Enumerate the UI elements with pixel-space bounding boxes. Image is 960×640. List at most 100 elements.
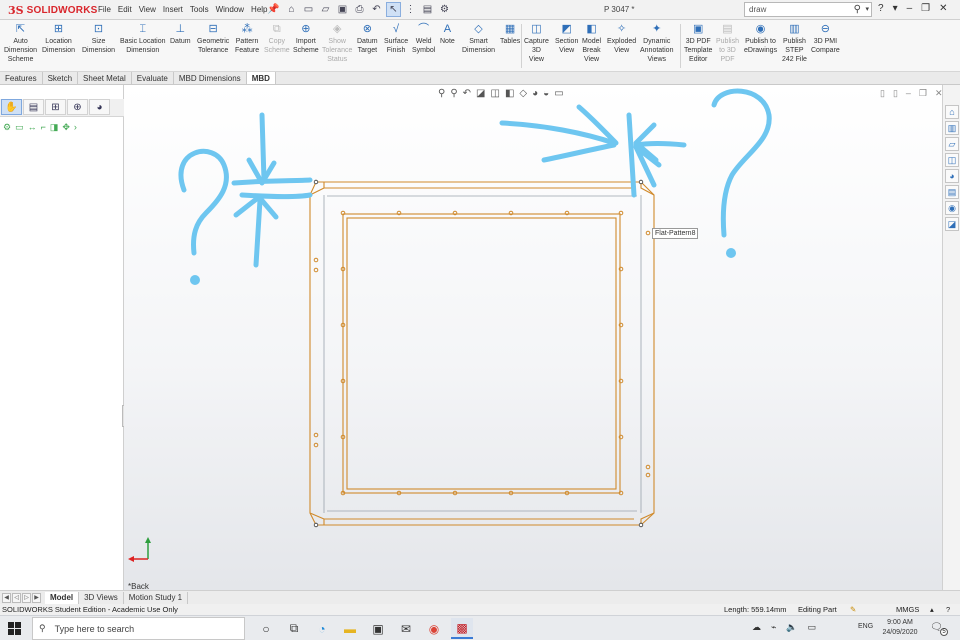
windows-start-icon[interactable] bbox=[8, 622, 21, 635]
note-button[interactable]: A Note bbox=[440, 22, 455, 46]
tab-sketch[interactable]: Sketch bbox=[43, 72, 79, 84]
menu-tools[interactable]: Tools bbox=[190, 5, 209, 14]
first-tab-icon[interactable]: ◀ bbox=[2, 592, 11, 603]
solidworks-icon[interactable]: ▩ bbox=[451, 618, 473, 639]
search-input[interactable] bbox=[749, 5, 845, 14]
custom-properties-icon[interactable]: ▤ bbox=[945, 185, 959, 199]
chrome-icon[interactable]: ◉ bbox=[423, 618, 445, 639]
dynamic-annotation-views-button[interactable]: ✦ Dynamic Annotation Views bbox=[640, 22, 673, 64]
mail-icon[interactable]: ✉ bbox=[395, 618, 417, 639]
exploded-view-button[interactable]: ✧ Exploded View bbox=[607, 22, 636, 55]
battery-icon[interactable]: ▭ bbox=[808, 622, 817, 633]
pin-icon[interactable]: 📌 bbox=[267, 4, 279, 15]
tab-sheet-metal[interactable]: Sheet Metal bbox=[78, 72, 132, 84]
size-dimension-button[interactable]: ⊡ Size Dimension bbox=[82, 22, 115, 55]
tab-mbd[interactable]: MBD bbox=[246, 72, 276, 84]
chevron-up-icon[interactable]: ▴ bbox=[930, 605, 934, 614]
model-break-view-button[interactable]: ◧ Model Break View bbox=[582, 22, 601, 64]
chevron-down-icon[interactable]: ▾ bbox=[893, 3, 898, 14]
solidworks-resources-icon[interactable]: ⌂ bbox=[945, 105, 959, 119]
annotation-view-icon[interactable]: ▭ bbox=[15, 122, 24, 133]
feature-manager-icon[interactable]: ✋ bbox=[1, 99, 22, 115]
language-indicator[interactable]: ENG bbox=[858, 623, 873, 630]
menu-edit[interactable]: Edit bbox=[118, 5, 132, 14]
tables-button[interactable]: ▦ Tables bbox=[500, 22, 520, 46]
tab-features[interactable]: Features bbox=[0, 72, 43, 84]
configuration-manager-icon[interactable]: ⊞ bbox=[45, 99, 66, 115]
publish-step-242-file-button[interactable]: ▥ Publish STEP 242 File bbox=[782, 22, 807, 64]
chevron-down-icon[interactable]: ▾ bbox=[865, 5, 869, 13]
publish-to-3d-pdf-button[interactable]: ▤ Publish to 3D PDF bbox=[716, 22, 739, 64]
bottom-tab-motion-study-1[interactable]: Motion Study 1 bbox=[124, 591, 189, 604]
weld-symbol-button[interactable]: ⌒ Weld Symbol bbox=[412, 22, 435, 55]
3d-pdf-template-editor-button[interactable]: ▣ 3D PDF Template Editor bbox=[684, 22, 712, 64]
copy-scheme-button[interactable]: ⧉ Copy Scheme bbox=[264, 22, 290, 55]
show-tolerance-status-button[interactable]: ◈ Show Tolerance Status bbox=[322, 22, 352, 64]
save-icon[interactable]: ▣ bbox=[335, 2, 350, 17]
file-properties-icon[interactable]: ▤ bbox=[420, 2, 435, 17]
file-explorer-icon[interactable]: ▬ bbox=[339, 618, 361, 639]
new-document-icon[interactable]: ▭ bbox=[301, 2, 316, 17]
bottom-tab-3d-views[interactable]: 3D Views bbox=[79, 591, 124, 604]
rebuild-icon[interactable]: ✎ bbox=[850, 605, 856, 614]
cloud-icon[interactable]: ☁ bbox=[752, 622, 761, 633]
options-icon[interactable]: ⚙ bbox=[437, 2, 452, 17]
auto-dimension-scheme-button[interactable]: ⇱ Auto Dimension Scheme bbox=[4, 22, 37, 64]
dimension-icon[interactable]: ↔ bbox=[28, 122, 37, 132]
task-view-icon[interactable]: ⧉ bbox=[283, 618, 305, 639]
location-dimension-button[interactable]: ⊞ Location Dimension bbox=[42, 22, 75, 55]
3dexperience-icon[interactable]: ◪ bbox=[945, 217, 959, 231]
help-icon[interactable]: ? bbox=[878, 3, 884, 14]
smart-dimension-button[interactable]: ◇ Smart Dimension bbox=[462, 22, 495, 55]
3d-view-icon[interactable]: ⚙ bbox=[3, 122, 11, 133]
menu-view[interactable]: View bbox=[139, 5, 156, 14]
geometric-tolerance-button[interactable]: ⊟ Geometric Tolerance bbox=[197, 22, 229, 55]
part-model[interactable] bbox=[124, 85, 942, 590]
display-manager-icon[interactable]: ◕ bbox=[89, 99, 110, 115]
status-units[interactable]: MMGS bbox=[896, 605, 919, 614]
publish-to-edrawings-button[interactable]: ◉ Publish to eDrawings bbox=[744, 22, 777, 55]
menu-window[interactable]: Window bbox=[216, 5, 244, 14]
graphics-area[interactable]: ⚲ ⚲ ↶ ◪ ◫ ◧ ◇ ◕ ◒ ▭ ▯ ▯ – ❐ ✕ Flat-Patte… bbox=[124, 85, 942, 590]
restore-icon[interactable]: ❐ bbox=[921, 3, 930, 14]
design-library-icon[interactable]: ▥ bbox=[945, 121, 959, 135]
file-explorer-icon[interactable]: ▱ bbox=[945, 137, 959, 151]
move-icon[interactable]: ✥ bbox=[62, 122, 70, 133]
solidworks-forum-icon[interactable]: ◉ bbox=[945, 201, 959, 215]
store-icon[interactable]: ▣ bbox=[367, 618, 389, 639]
dimxpert-manager-icon[interactable]: ⊕ bbox=[67, 99, 88, 115]
menu-insert[interactable]: Insert bbox=[163, 5, 183, 14]
note-icon[interactable]: ⌐ bbox=[41, 122, 46, 132]
clock[interactable]: 9:00 AM 24/09/2020 bbox=[880, 618, 920, 638]
property-manager-icon[interactable]: ▤ bbox=[23, 99, 44, 115]
search-box[interactable]: ⚲ ▾ bbox=[744, 2, 872, 17]
cortana-icon[interactable]: ○ bbox=[255, 618, 277, 639]
open-icon[interactable]: ▱ bbox=[318, 2, 333, 17]
basic-location-dimension-button[interactable]: ⌶ Basic Location Dimension bbox=[120, 22, 166, 55]
last-tab-icon[interactable]: ▶ bbox=[32, 592, 41, 603]
traffic-light-icon[interactable]: ⋮ bbox=[403, 2, 418, 17]
solidworks-logo[interactable]: 3S SOLIDWORKS bbox=[8, 3, 98, 17]
pattern-feature-button[interactable]: ⁂ Pattern Feature bbox=[235, 22, 259, 55]
minimize-icon[interactable]: – bbox=[907, 3, 913, 14]
select-icon[interactable]: ↖ bbox=[386, 2, 401, 17]
next-tab-icon[interactable]: ▷ bbox=[22, 592, 31, 603]
print-icon[interactable]: ⎙ bbox=[352, 2, 367, 17]
help-icon[interactable]: ? bbox=[946, 605, 950, 614]
bottom-tab-model[interactable]: Model bbox=[45, 591, 80, 604]
tab-mbd-dimensions[interactable]: MBD Dimensions bbox=[174, 72, 247, 84]
menu-file[interactable]: File bbox=[98, 5, 111, 14]
import-scheme-button[interactable]: ⊕ Import Scheme bbox=[293, 22, 319, 55]
previous-tab-icon[interactable]: ◁ bbox=[12, 592, 21, 603]
view-palette-icon[interactable]: ◫ bbox=[945, 153, 959, 167]
tab-evaluate[interactable]: Evaluate bbox=[132, 72, 174, 84]
datum-target-button[interactable]: ⊗ Datum Target bbox=[357, 22, 378, 55]
edge-icon[interactable]: ◔ bbox=[311, 618, 333, 639]
menu-help[interactable]: Help bbox=[251, 5, 267, 14]
capture-icon[interactable]: ◨ bbox=[50, 122, 59, 133]
expand-icon[interactable]: › bbox=[74, 122, 77, 132]
home-icon[interactable]: ⌂ bbox=[284, 2, 299, 17]
taskbar-search[interactable]: ⚲ Type here to search bbox=[32, 617, 245, 640]
section-view-button[interactable]: ◩ Section View bbox=[555, 22, 578, 55]
network-icon[interactable]: ⌁ bbox=[771, 622, 776, 633]
